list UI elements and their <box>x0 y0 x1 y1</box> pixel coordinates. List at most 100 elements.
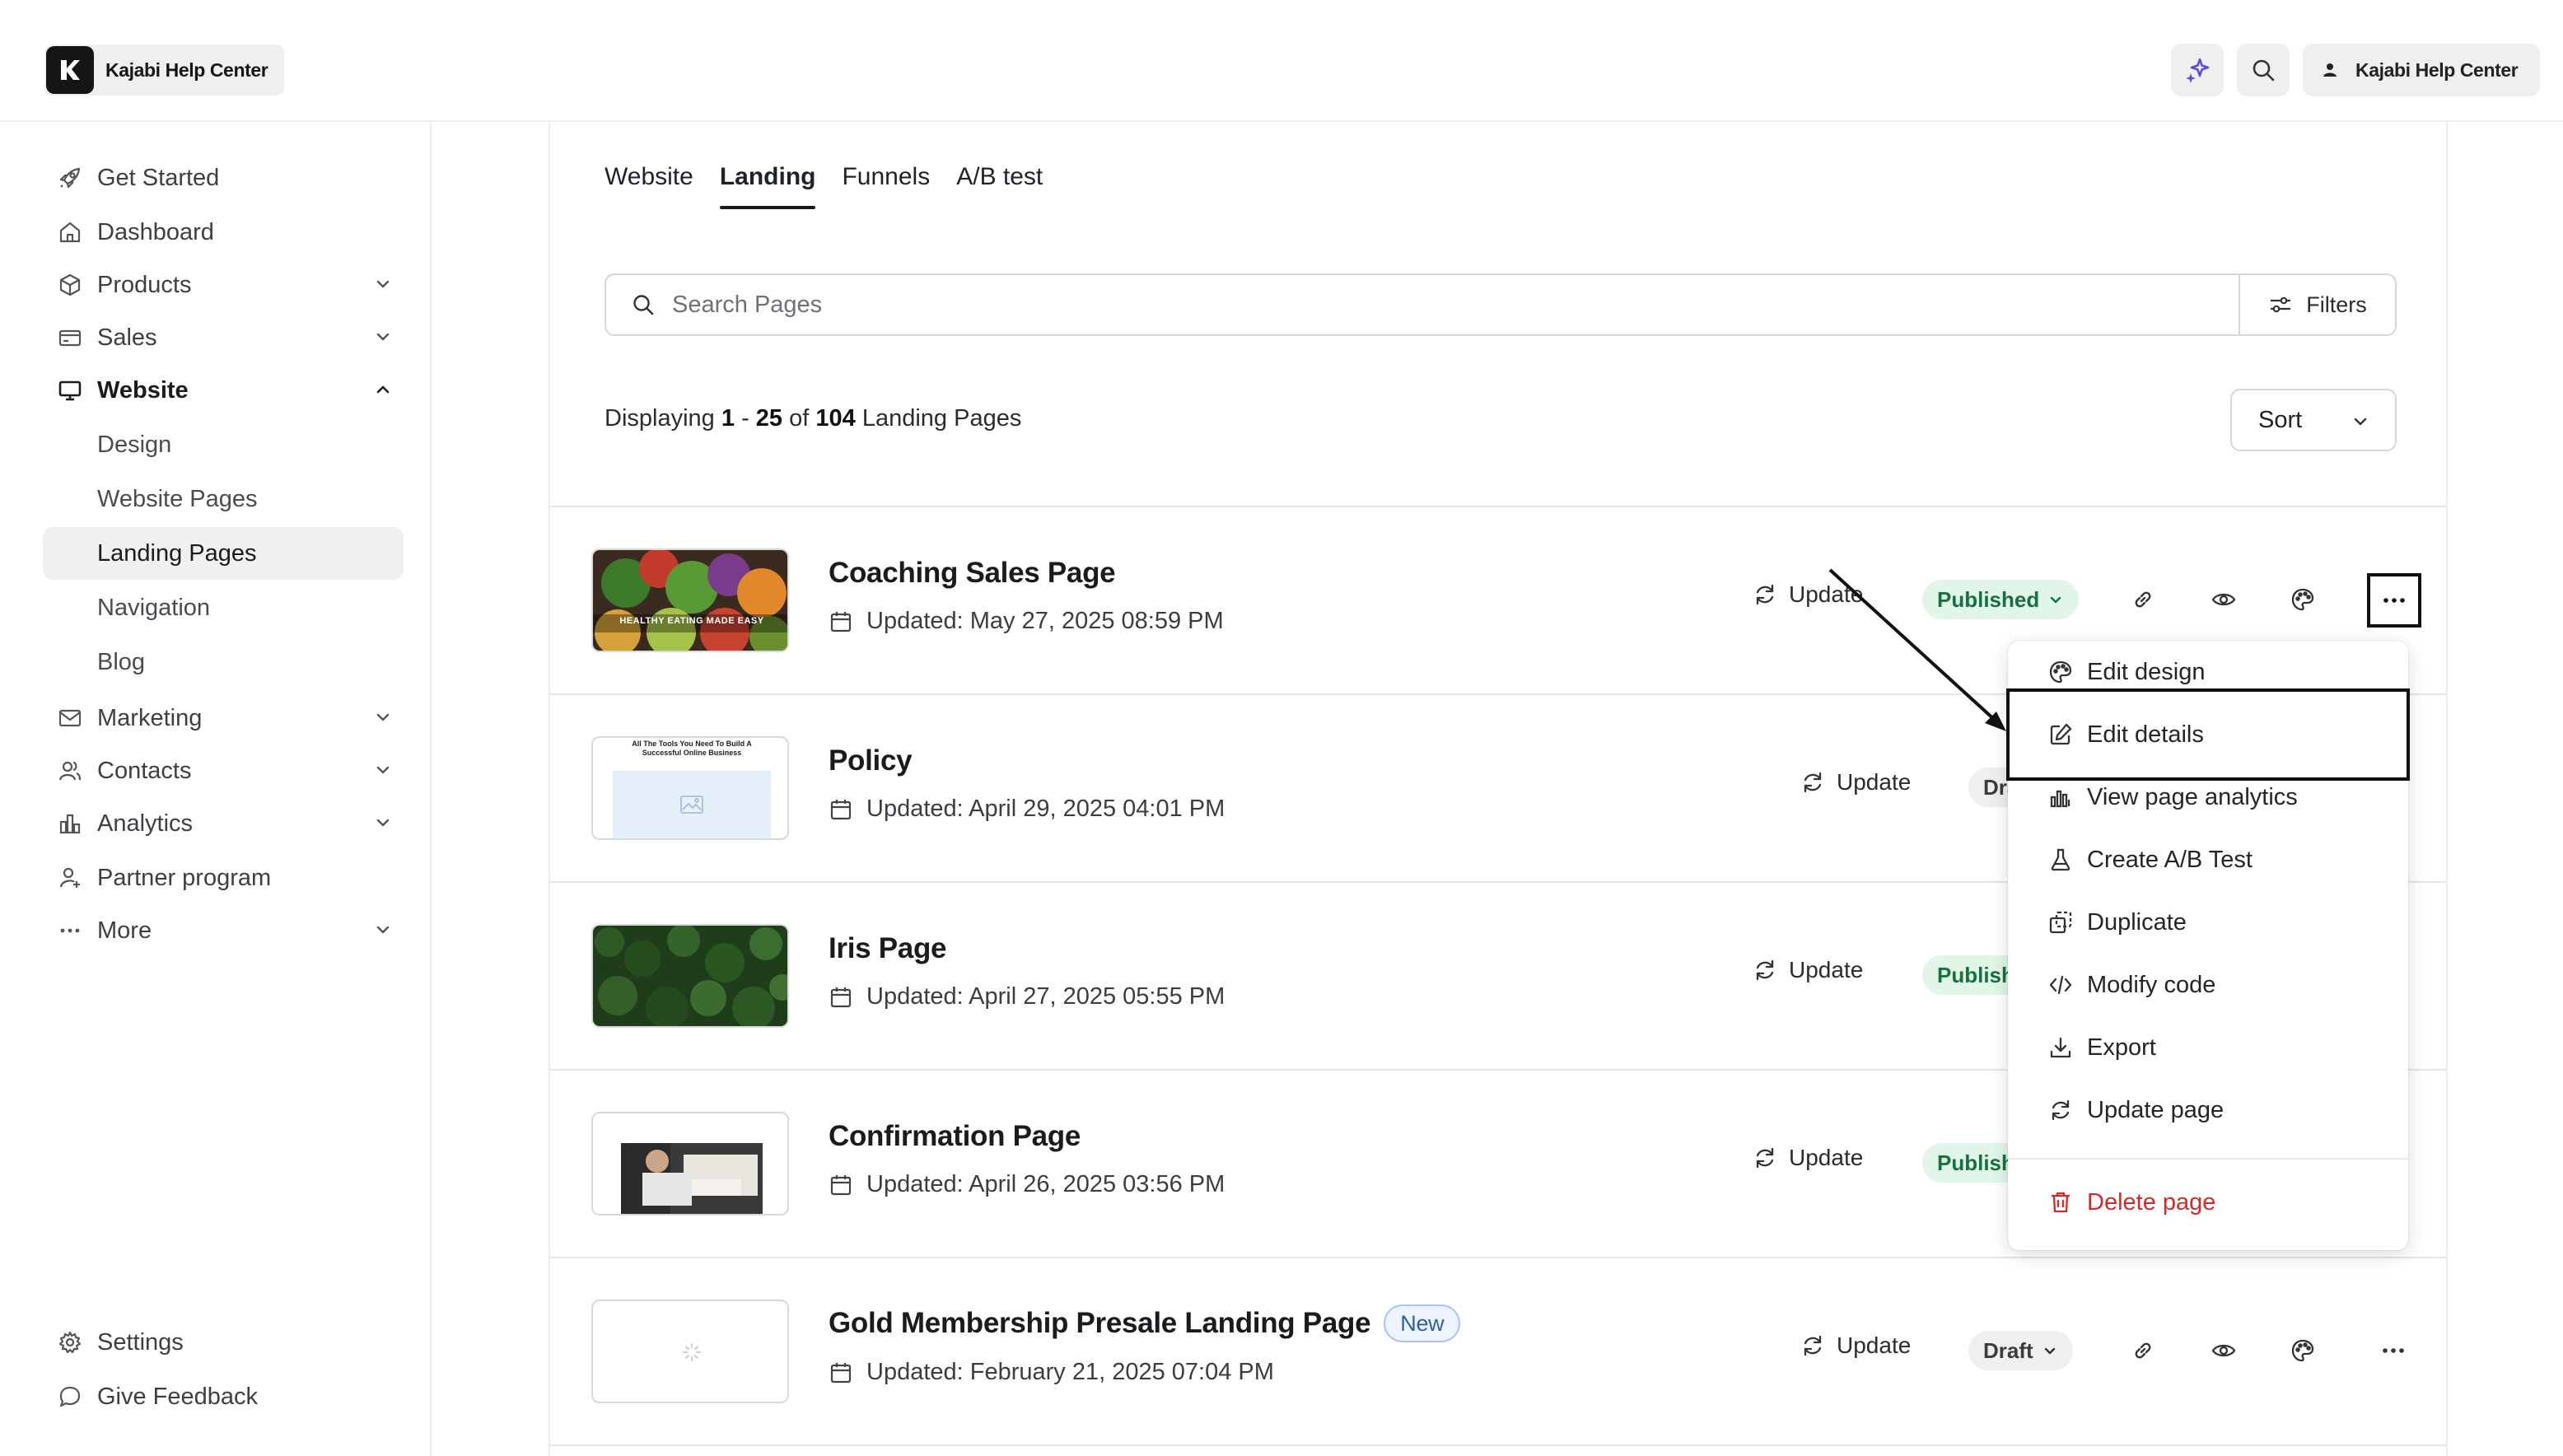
menu-divider <box>2008 1158 2408 1160</box>
row-title[interactable]: Policy <box>829 744 913 777</box>
image-placeholder <box>613 771 771 838</box>
menu-item-modify-code[interactable]: Modify code <box>2008 954 2408 1016</box>
more-actions-button[interactable] <box>2375 1332 2411 1369</box>
chevron-down-icon <box>372 759 394 781</box>
sidebar-item-marketing[interactable]: Marketing <box>43 692 404 744</box>
copy-link-button[interactable] <box>2125 1332 2161 1369</box>
page-thumbnail[interactable]: All The Tools You Need To Build A Succes… <box>591 736 789 840</box>
refresh-icon <box>1753 1146 1777 1170</box>
eye-icon <box>2211 587 2237 612</box>
loading-spinner-icon <box>682 1342 702 1362</box>
sparkle-icon <box>2183 56 2211 84</box>
sidebar-subitem-blog[interactable]: Blog <box>43 636 404 688</box>
chevron-down-icon <box>372 919 394 940</box>
row-title-text: Coaching Sales Page <box>829 557 1116 589</box>
chevron-down-icon <box>372 812 394 833</box>
chevron-down-icon <box>372 707 394 728</box>
sidebar-item-website[interactable]: Website <box>43 364 404 417</box>
row-title[interactable]: Gold Membership Presale Landing Page New <box>829 1304 1461 1342</box>
sidebar-item-label: Website <box>97 376 189 404</box>
edit-design-button[interactable] <box>2285 1332 2321 1369</box>
tab-funnels[interactable]: Funnels <box>842 163 930 209</box>
sidebar-item-sales[interactable]: Sales <box>43 311 404 364</box>
sidebar-item-label: Give Feedback <box>97 1383 259 1410</box>
filters-label: Filters <box>2306 292 2367 317</box>
sidebar-item-give-feedback[interactable]: Give Feedback <box>43 1370 404 1423</box>
chevron-down-icon <box>2047 591 2064 608</box>
divider <box>550 1444 2446 1446</box>
sidebar-item-get-started[interactable]: Get Started <box>43 152 404 204</box>
update-button[interactable]: Update <box>1753 957 1863 983</box>
page-thumbnail[interactable]: HEALTHY EATING MADE EASY <box>591 548 789 652</box>
sidebar-item-settings[interactable]: Settings <box>43 1316 404 1369</box>
page-thumbnail[interactable] <box>591 1112 789 1216</box>
table-row[interactable]: Gold Membership Presale Landing Page New… <box>550 1258 2446 1444</box>
page-thumbnail[interactable] <box>591 924 789 1028</box>
search-button[interactable] <box>2237 44 2290 96</box>
palette-icon <box>2046 660 2075 684</box>
sidebar-item-label: Marketing <box>97 704 203 731</box>
flask-icon <box>2046 847 2075 872</box>
preview-button[interactable] <box>2206 581 2242 618</box>
sidebar-subitem-landing-pages[interactable]: Landing Pages <box>43 527 404 580</box>
sidebar-item-label: Partner program <box>97 864 272 891</box>
menu-item-update-page[interactable]: Update page <box>2008 1079 2408 1141</box>
status-dropdown[interactable]: Draft <box>1968 1331 2073 1370</box>
preview-button[interactable] <box>2206 1332 2242 1369</box>
update-button[interactable]: Update <box>1800 769 1911 796</box>
update-button[interactable]: Update <box>1753 1145 1863 1171</box>
row-title-text: Gold Membership Presale Landing Page <box>829 1307 1371 1339</box>
edit-design-button[interactable] <box>2285 581 2321 618</box>
row-updated: Updated: May 27, 2025 08:59 PM <box>829 608 1224 635</box>
rocket-icon <box>56 164 84 192</box>
sort-dropdown[interactable]: Sort <box>2230 389 2397 451</box>
menu-item-duplicate[interactable]: Duplicate <box>2008 891 2408 954</box>
calendar-icon <box>829 609 853 634</box>
menu-item-create-ab-test[interactable]: Create A/B Test <box>2008 828 2408 891</box>
results-start: 1 <box>721 405 735 432</box>
menu-item-delete-page[interactable]: Delete page <box>2008 1171 2408 1234</box>
results-of: of <box>789 405 810 432</box>
row-updated: Updated: April 26, 2025 03:56 PM <box>829 1171 1225 1198</box>
ai-assistant-button[interactable] <box>2171 44 2224 96</box>
trash-icon <box>2046 1190 2075 1215</box>
more-actions-button[interactable] <box>2367 573 2421 628</box>
code-icon <box>2046 973 2075 997</box>
ellipsis-icon <box>2381 1346 2406 1355</box>
refresh-icon <box>1753 582 1777 607</box>
eye-icon <box>2211 1338 2237 1363</box>
row-title[interactable]: Coaching Sales Page <box>829 557 1116 590</box>
tab-ab-test[interactable]: A/B test <box>956 163 1043 209</box>
palette-icon <box>2290 587 2315 612</box>
sidebar: Get Started Dashboard Products Sales Web… <box>0 124 432 1456</box>
update-button[interactable]: Update <box>1800 1332 1911 1359</box>
filters-button[interactable]: Filters <box>2239 275 2395 334</box>
link-icon <box>2131 1338 2155 1363</box>
page-thumbnail[interactable] <box>591 1300 789 1403</box>
sidebar-item-products[interactable]: Products <box>43 259 404 311</box>
sidebar-subitem-navigation[interactable]: Navigation <box>43 581 404 634</box>
sidebar-item-analytics[interactable]: Analytics <box>43 797 404 850</box>
sidebar-item-partner-program[interactable]: Partner program <box>43 852 404 904</box>
menu-item-label: Delete page <box>2087 1188 2216 1216</box>
refresh-icon <box>1753 958 1777 982</box>
download-icon <box>2046 1035 2075 1060</box>
user-icon <box>2321 61 2339 79</box>
tab-website[interactable]: Website <box>605 163 693 209</box>
row-title[interactable]: Iris Page <box>829 932 947 965</box>
menu-item-export[interactable]: Export <box>2008 1016 2408 1079</box>
sidebar-item-dashboard[interactable]: Dashboard <box>43 206 404 259</box>
sidebar-item-contacts[interactable]: Contacts <box>43 744 404 797</box>
sort-label: Sort <box>2258 406 2303 433</box>
sidebar-subitem-design[interactable]: Design <box>43 418 404 471</box>
results-separator: - <box>741 405 749 432</box>
search-input[interactable] <box>672 291 2239 319</box>
profile-button[interactable]: Kajabi Help Center <box>2303 44 2540 96</box>
brand-button[interactable]: Kajabi Help Center <box>44 44 285 96</box>
tab-landing[interactable]: Landing <box>719 163 815 209</box>
row-title[interactable]: Confirmation Page <box>829 1120 1081 1153</box>
sidebar-subitem-website-pages[interactable]: Website Pages <box>43 473 404 525</box>
sidebar-item-label: Contacts <box>97 757 192 784</box>
copy-link-button[interactable] <box>2125 581 2161 618</box>
sidebar-item-more[interactable]: More <box>43 904 404 957</box>
